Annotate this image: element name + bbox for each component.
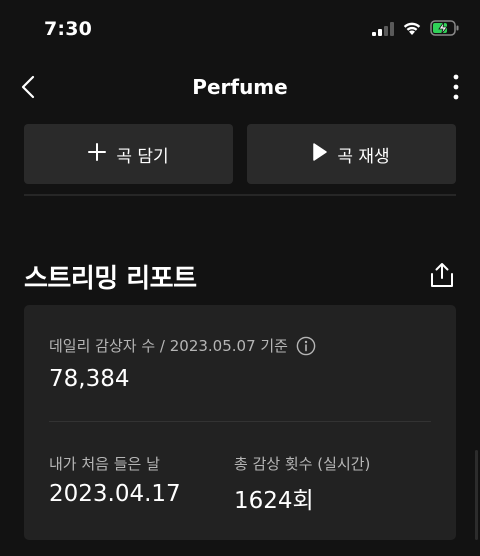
play-icon <box>313 142 328 166</box>
daily-listeners-label-row: 데일리 감상자 수 / 2023.05.07 기준 <box>49 335 316 356</box>
page-title: Perfume <box>192 75 288 99</box>
total-plays-label: 총 감상 횟수 (실시간) <box>234 455 371 473</box>
battery-charging-icon <box>430 20 460 40</box>
total-plays-value: 1624회 <box>234 488 314 514</box>
first-listen-label: 내가 처음 들은 날 <box>49 455 160 473</box>
scrollbar[interactable] <box>475 450 478 540</box>
more-options-button[interactable] <box>446 74 466 104</box>
share-button[interactable] <box>428 262 456 292</box>
daily-listeners-label: 데일리 감상자 수 / 2023.05.07 기준 <box>49 337 288 355</box>
add-songs-label: 곡 담기 <box>116 146 169 167</box>
add-songs-button[interactable]: 곡 담기 <box>24 124 233 184</box>
more-vertical-icon <box>453 74 459 104</box>
status-time: 7:30 <box>44 18 93 40</box>
action-row: 곡 담기 곡 재생 <box>24 124 456 184</box>
status-bar: 7:30 <box>0 0 480 60</box>
card-divider <box>49 421 431 422</box>
info-icon[interactable] <box>296 336 316 356</box>
signal-icon <box>372 21 394 40</box>
nav-bar: Perfume <box>0 60 480 118</box>
wifi-icon <box>402 21 422 40</box>
daily-listeners-value: 78,384 <box>49 366 130 392</box>
first-listen-value: 2023.04.17 <box>49 481 181 507</box>
plus-icon <box>88 142 107 166</box>
streaming-report-card: 데일리 감상자 수 / 2023.05.07 기준 78,384 내가 처음 들… <box>24 305 456 540</box>
status-icons <box>372 20 460 40</box>
streaming-report-title: 스트리밍 리포트 <box>24 264 197 294</box>
section-divider <box>24 194 456 196</box>
play-songs-label: 곡 재생 <box>337 146 390 167</box>
play-songs-button[interactable]: 곡 재생 <box>247 124 456 184</box>
share-icon <box>430 262 454 292</box>
